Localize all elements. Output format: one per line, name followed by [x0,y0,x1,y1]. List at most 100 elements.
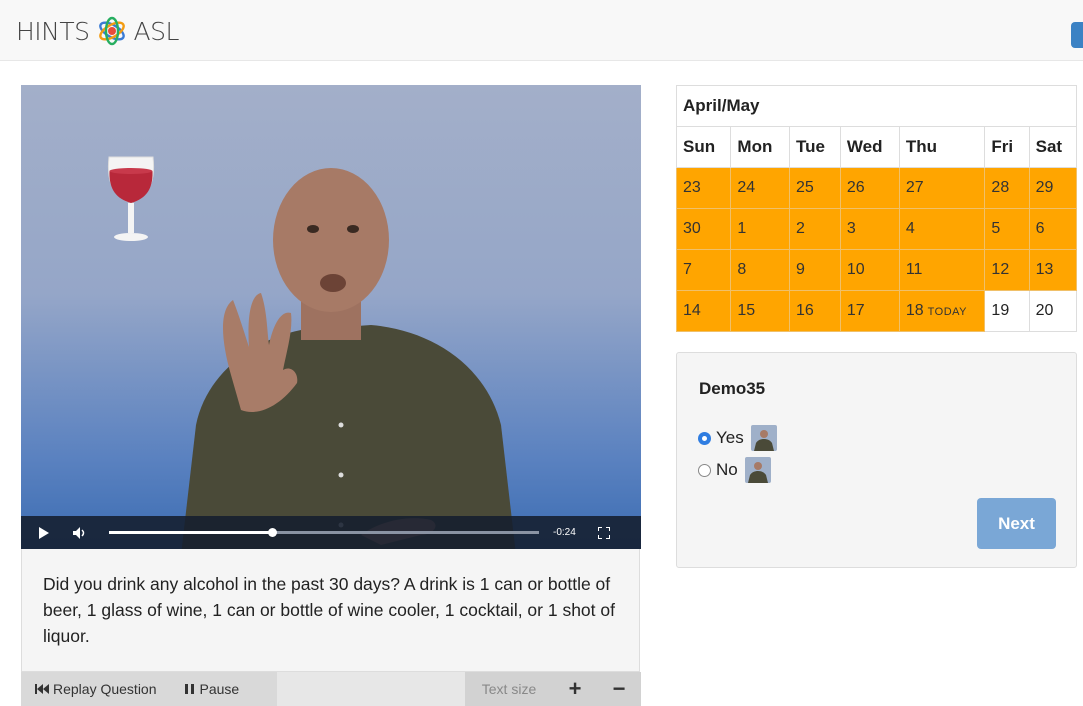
calendar-week-row: 30 1 2 3 4 5 6 [675,208,1078,250]
calendar-day-header: Fri [984,126,1030,168]
option-no[interactable]: No [698,457,771,483]
today-label: TODAY [927,306,968,318]
atom-logo-icon [98,16,125,46]
calendar-day-cell: 3 [839,208,900,250]
calendar-day-number: 3 [846,220,856,237]
brand-text-asl: ASL [133,16,180,46]
calendar-week-row: 14 15 16 17 18 TODAY 19 20 [675,290,1078,332]
calendar-day-number: 5 [991,220,1001,237]
question-text: Did you drink any alcohol in the past 30… [43,574,615,646]
calendar-day-number: 7 [683,261,692,278]
calendar-day-number: 10 [846,261,865,278]
calendar-day-number: 9 [795,261,805,278]
calendar-day-number: 8 [737,261,747,278]
calendar-header-row: Sun Mon Tue Wed Thu Fri Sat [675,126,1078,168]
top-navbar: HINTS ASL [0,0,1083,61]
calendar-day-number: 13 [1035,261,1054,278]
replay-label: Replay Question [53,681,157,697]
brand-logo[interactable]: HINTS ASL [16,14,179,48]
calendar-day-number: 11 [905,261,923,278]
calendar-day-cell: 6 [1028,208,1078,250]
form-title: Demo35 [699,379,766,398]
text-size-increase-button[interactable]: + [553,672,597,706]
answer-panel: Demo35 Yes No Next [676,352,1077,568]
calendar-day-header: Sat [1028,126,1078,168]
fullscreen-button[interactable] [589,516,619,549]
calendar-day-cell: 4 [898,208,986,250]
player-toolbar: Replay Question Pause Text size + − [21,672,641,706]
calendar-day-cell: 30 [675,208,732,250]
progress-knob[interactable] [268,528,277,537]
time-remaining: -0:24 [553,527,576,538]
calendar-day-header: Tue [788,126,841,168]
calendar-day-header: Wed [839,126,900,168]
calendar-day-header: Mon [730,126,790,168]
video-controls: -0:24 [21,516,641,549]
calendar-week-row: 7 8 9 10 11 12 13 [675,249,1078,291]
calendar-day-cell: 18 TODAY [898,290,986,332]
calendar-day-cell: 27 [898,167,986,209]
calendar-day-number: 27 [905,179,924,196]
brand-text-hints: HINTS [16,16,90,46]
pause-button[interactable]: Pause [184,681,240,697]
sign-video-thumbnail-icon[interactable] [750,425,777,451]
text-size-label: Text size [481,681,537,697]
calendar-day-number: 26 [846,179,865,196]
calendar-day-number: 18 [905,302,924,319]
pause-icon [184,684,194,694]
playback-button-group: Replay Question Pause [21,672,277,706]
option-yes[interactable]: Yes [698,425,777,451]
calendar-day-cell: 20 [1028,290,1078,332]
calendar-day-number: 2 [795,220,805,237]
play-button[interactable] [29,516,59,549]
calendar-day-cell: 9 [788,249,841,291]
calendar-day-cell: 29 [1028,167,1078,209]
calendar: April/May Sun Mon Tue Wed Thu Fri Sat 23 24 25 26… [675,85,1078,332]
option-no-label: No [716,460,738,479]
calendar-day-cell: 1 [730,208,790,250]
video-progress-bar[interactable] [109,528,539,537]
text-size-control: Text size + − [465,672,641,706]
skip-back-icon [35,684,49,694]
calendar-day-number: 4 [905,220,915,237]
calendar-day-number: 28 [991,179,1010,196]
calendar-day-number: 14 [683,302,701,319]
calendar-day-cell: 25 [788,167,841,209]
calendar-day-cell: 23 [675,167,732,209]
calendar-day-cell: 8 [730,249,790,291]
calendar-day-number: 6 [1035,220,1045,237]
option-yes-label: Yes [716,428,744,447]
sign-video-thumbnail-icon[interactable] [744,457,771,483]
calendar-day-cell: 24 [730,167,790,209]
calendar-day-cell: 28 [984,167,1030,209]
calendar-day-cell: 7 [675,249,732,291]
calendar-day-number: 29 [1035,179,1054,196]
volume-icon [73,526,85,539]
fullscreen-icon [598,526,610,539]
sign-language-video[interactable] [21,85,641,549]
play-icon [39,526,49,539]
pause-label: Pause [199,681,240,697]
calendar-day-number: 19 [991,302,1010,319]
replay-question-button[interactable]: Replay Question [21,681,157,697]
calendar-day-number: 20 [1035,302,1054,319]
calendar-day-cell: 16 [788,290,841,332]
calendar-day-number: 24 [737,179,756,196]
calendar-day-cell: 12 [984,249,1030,291]
next-button[interactable]: Next [977,498,1056,549]
calendar-day-number: 30 [683,220,701,237]
calendar-day-header: Sun [675,126,732,168]
calendar-day-cell: 2 [788,208,841,250]
calendar-day-cell: 5 [984,208,1030,250]
calendar-day-cell: 17 [839,290,900,332]
menu-button[interactable] [1071,22,1083,48]
calendar-title: April/May [676,85,1077,127]
calendar-day-number: 15 [737,302,756,319]
text-size-decrease-button[interactable]: − [597,672,641,706]
radio-no[interactable] [698,463,711,477]
progress-fill [109,531,272,534]
calendar-day-cell: 11 [898,249,986,291]
volume-button[interactable] [65,516,95,549]
radio-yes[interactable] [698,431,711,445]
calendar-day-number: 1 [737,220,747,237]
